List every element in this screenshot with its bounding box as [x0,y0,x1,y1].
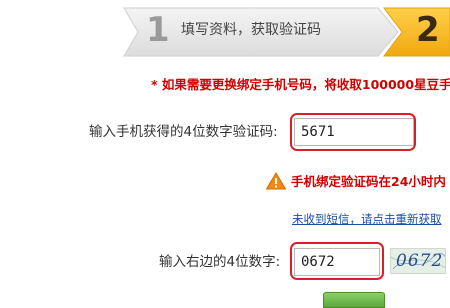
phone-code-input[interactable] [294,118,414,146]
fee-notice: * 如果需要更换绑定手机号码，将收取100000星豆手 [151,77,450,92]
step-1-label: 填写资料，获取验证码 [181,22,321,38]
captcha-label: 输入右边的4位数字: [159,254,281,270]
resend-hint: 未收到短信，请点击重新获取 [292,211,442,227]
captcha-image[interactable]: 0672 [390,248,446,274]
resend-link[interactable]: 未收到短信，请点击重新获取 [292,212,442,226]
phone-code-label: 输入手机获得的4位数字验证码: [89,124,278,140]
captcha-input[interactable] [294,248,380,276]
step-1-number: 1 [146,10,170,50]
step-2-number: 2 [416,10,440,50]
step-progress-bar: 1 填写资料，获取验证码 2 [0,0,450,62]
captcha-text: 0672 [396,251,444,271]
warning-icon [266,172,286,190]
warning-text: 手机绑定验证码在24小时内 [291,174,446,189]
submit-button[interactable] [323,292,385,308]
